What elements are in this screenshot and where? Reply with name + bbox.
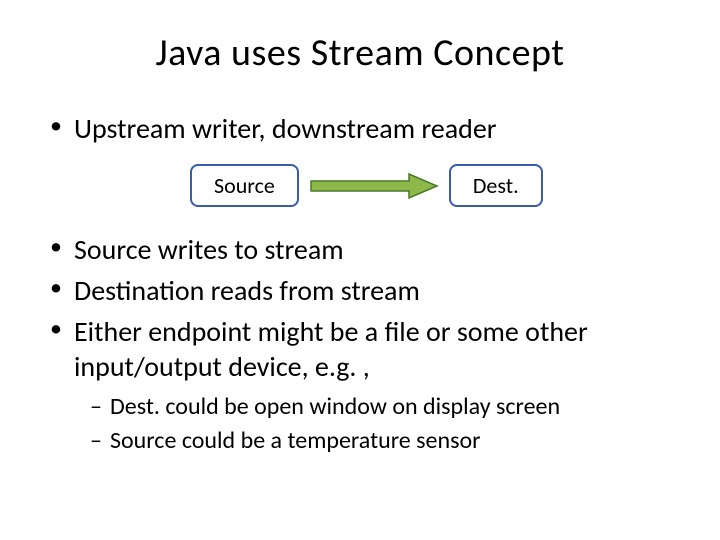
- slide-title: Java uses Stream Concept: [40, 30, 680, 76]
- arrow-icon: [309, 171, 439, 201]
- stream-diagram: Source Dest.: [190, 164, 680, 207]
- bullet-item: Destination reads from stream: [50, 273, 680, 308]
- dest-box: Dest.: [449, 164, 543, 207]
- slide: Java uses Stream Concept Upstream writer…: [0, 0, 720, 540]
- sub-bullet-list: Dest. could be open window on display sc…: [90, 392, 680, 456]
- bullet-list-bottom: Source writes to stream Destination read…: [50, 232, 680, 384]
- sub-bullet-item: Dest. could be open window on display sc…: [90, 392, 680, 422]
- bullet-item: Source writes to stream: [50, 232, 680, 267]
- bullet-item: Upstream writer, downstream reader: [50, 111, 680, 146]
- bullet-item: Either endpoint might be a file or some …: [50, 314, 680, 384]
- bullet-list-top: Upstream writer, downstream reader: [50, 111, 680, 146]
- sub-bullet-item: Source could be a temperature sensor: [90, 426, 680, 456]
- source-box: Source: [190, 164, 299, 207]
